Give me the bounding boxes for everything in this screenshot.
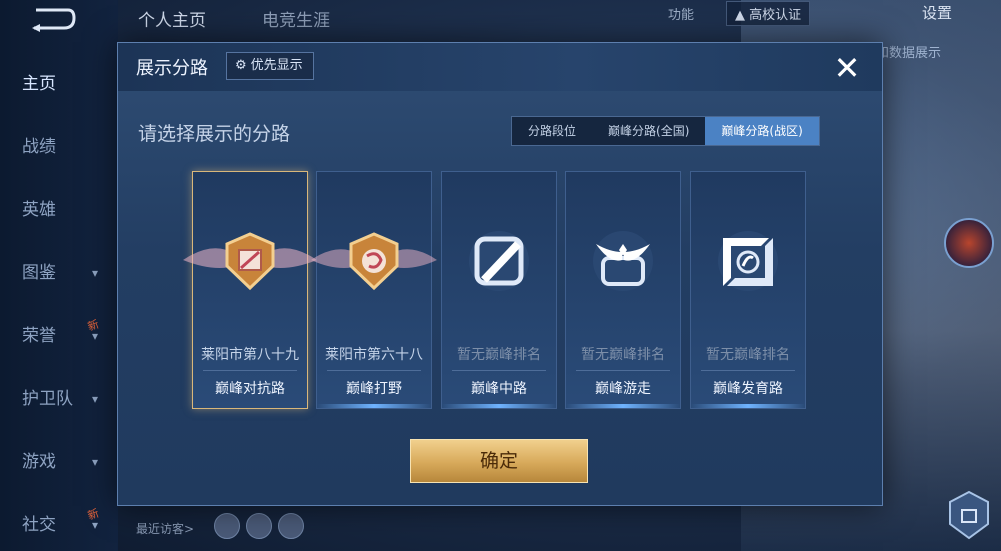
chevron-down-icon: ▾ — [92, 518, 99, 532]
sidebar-item-home[interactable]: 主页 — [22, 70, 102, 98]
sidebar-item-guard-team[interactable]: 护卫队 ▾ — [22, 385, 102, 413]
card-rank-text: 莱阳市第六十八 — [325, 347, 423, 363]
sidebar-item-label: 游戏 — [22, 452, 56, 472]
cert-icon: ▲ — [735, 8, 745, 23]
settings-button[interactable]: 设置 — [922, 2, 952, 23]
lane-card-roam[interactable]: 暂无巅峰排名 巅峰游走 — [565, 171, 681, 409]
sidebar-item-label: 图鉴 — [22, 263, 56, 283]
card-divider — [203, 370, 297, 371]
chevron-down-icon: ▾ — [92, 266, 99, 280]
sidebar-item-game[interactable]: 游戏 ▾ — [22, 448, 102, 476]
back-arrow-icon[interactable] — [28, 6, 78, 32]
lane-card-jungle[interactable]: 莱阳市第六十八 巅峰打野 — [311, 171, 437, 409]
dialog-subtitle: 请选择展示的分路 — [138, 123, 291, 145]
priority-label: 优先显示 — [250, 58, 303, 73]
tab-peak-region[interactable]: 巅峰分路(战区) — [705, 117, 819, 145]
function-link[interactable]: 功能 — [668, 4, 694, 23]
visitor-avatar[interactable] — [214, 513, 240, 539]
dialog-title: 展示分路 — [136, 58, 208, 79]
card-lane-name: 巅峰打野 — [346, 381, 402, 397]
lane-card-mid[interactable]: 暂无巅峰排名 巅峰中路 — [441, 171, 557, 409]
lane-type-segmented-control: 分路段位 巅峰分路(全国) 巅峰分路(战区) — [511, 116, 820, 146]
visitor-avatar[interactable] — [246, 513, 272, 539]
hud-emblem-icon[interactable] — [944, 488, 994, 544]
visitor-avatar[interactable] — [278, 513, 304, 539]
lane-card-top[interactable]: 莱阳市第八十九 巅峰对抗路 — [183, 171, 317, 409]
sidebar-item-label: 荣誉 — [22, 326, 56, 346]
sidebar-item-label: 英雄 — [22, 200, 56, 220]
close-button[interactable]: ✕ — [830, 51, 864, 85]
card-divider — [576, 370, 670, 371]
tab-peak-national[interactable]: 巅峰分路(全国) — [592, 117, 705, 145]
card-lane-name: 巅峰中路 — [471, 381, 527, 397]
card-rank-text: 暂无巅峰排名 — [457, 347, 541, 363]
card-rank-text: 莱阳市第八十九 — [201, 347, 299, 363]
sidebar-item-honor[interactable]: 新 荣誉 ▾ — [22, 318, 102, 350]
card-glow — [442, 404, 556, 408]
card-lane-name: 巅峰游走 — [595, 381, 651, 397]
chevron-down-icon: ▾ — [92, 329, 99, 343]
sidebar: 主页 战绩 英雄 图鉴 ▾ 新 荣誉 ▾ 护卫队 ▾ 游戏 ▾ 新 社交 ▾ — [0, 0, 118, 551]
sidebar-item-label: 主页 — [22, 74, 56, 94]
gear-icon: ⚙ — [235, 58, 247, 73]
card-lane-name: 巅峰发育路 — [713, 381, 783, 397]
lane-card-farm[interactable]: 暂无巅峰排名 巅峰发育路 — [690, 171, 806, 409]
sidebar-item-record[interactable]: 战绩 — [22, 133, 102, 161]
farm-lane-icon — [718, 231, 778, 291]
background-caption: 和数据展示 — [876, 46, 942, 61]
tab-esports[interactable]: 电竞生涯 — [262, 6, 330, 31]
card-glow — [691, 404, 805, 408]
confirm-button[interactable]: 确定 — [410, 439, 588, 483]
chevron-down-icon: ▾ — [92, 455, 99, 469]
wings-icon — [593, 231, 653, 291]
shield-claw-icon — [349, 232, 399, 291]
chevron-down-icon: ▾ — [92, 392, 99, 406]
sidebar-item-heroes[interactable]: 英雄 — [22, 196, 102, 224]
lane-display-dialog: 展示分路 ⚙ 优先显示 ✕ 请选择展示的分路 分路段位 巅峰分路(全国) 巅峰分路… — [117, 42, 883, 506]
cert-label: 高校认证 — [749, 8, 802, 23]
avatar[interactable] — [944, 218, 994, 268]
shield-sword-icon — [225, 232, 275, 291]
sidebar-item-label: 社交 — [22, 515, 56, 535]
sidebar-item-codex[interactable]: 图鉴 ▾ — [22, 259, 102, 287]
card-lane-name: 巅峰对抗路 — [215, 381, 285, 397]
tab-lane-rank[interactable]: 分路段位 — [512, 117, 592, 145]
card-glow — [317, 404, 431, 408]
campus-cert-button[interactable]: ▲ 高校认证 — [726, 1, 811, 26]
sidebar-item-label: 护卫队 — [22, 389, 73, 409]
sidebar-item-social[interactable]: 新 社交 ▾ — [22, 507, 102, 539]
card-rank-text: 暂无巅峰排名 — [706, 347, 790, 363]
priority-display-button[interactable]: ⚙ 优先显示 — [226, 52, 314, 80]
mid-lane-icon — [469, 231, 529, 291]
tab-profile[interactable]: 个人主页 — [138, 6, 206, 31]
card-divider — [327, 370, 421, 371]
dialog-header: 展示分路 ⚙ 优先显示 ✕ — [118, 43, 882, 91]
card-rank-text: 暂无巅峰排名 — [581, 347, 665, 363]
sidebar-item-label: 战绩 — [22, 137, 56, 157]
card-divider — [701, 370, 795, 371]
card-divider — [452, 370, 546, 371]
recent-visitors-link[interactable]: 最近访客> — [136, 520, 194, 537]
card-glow — [566, 404, 680, 408]
